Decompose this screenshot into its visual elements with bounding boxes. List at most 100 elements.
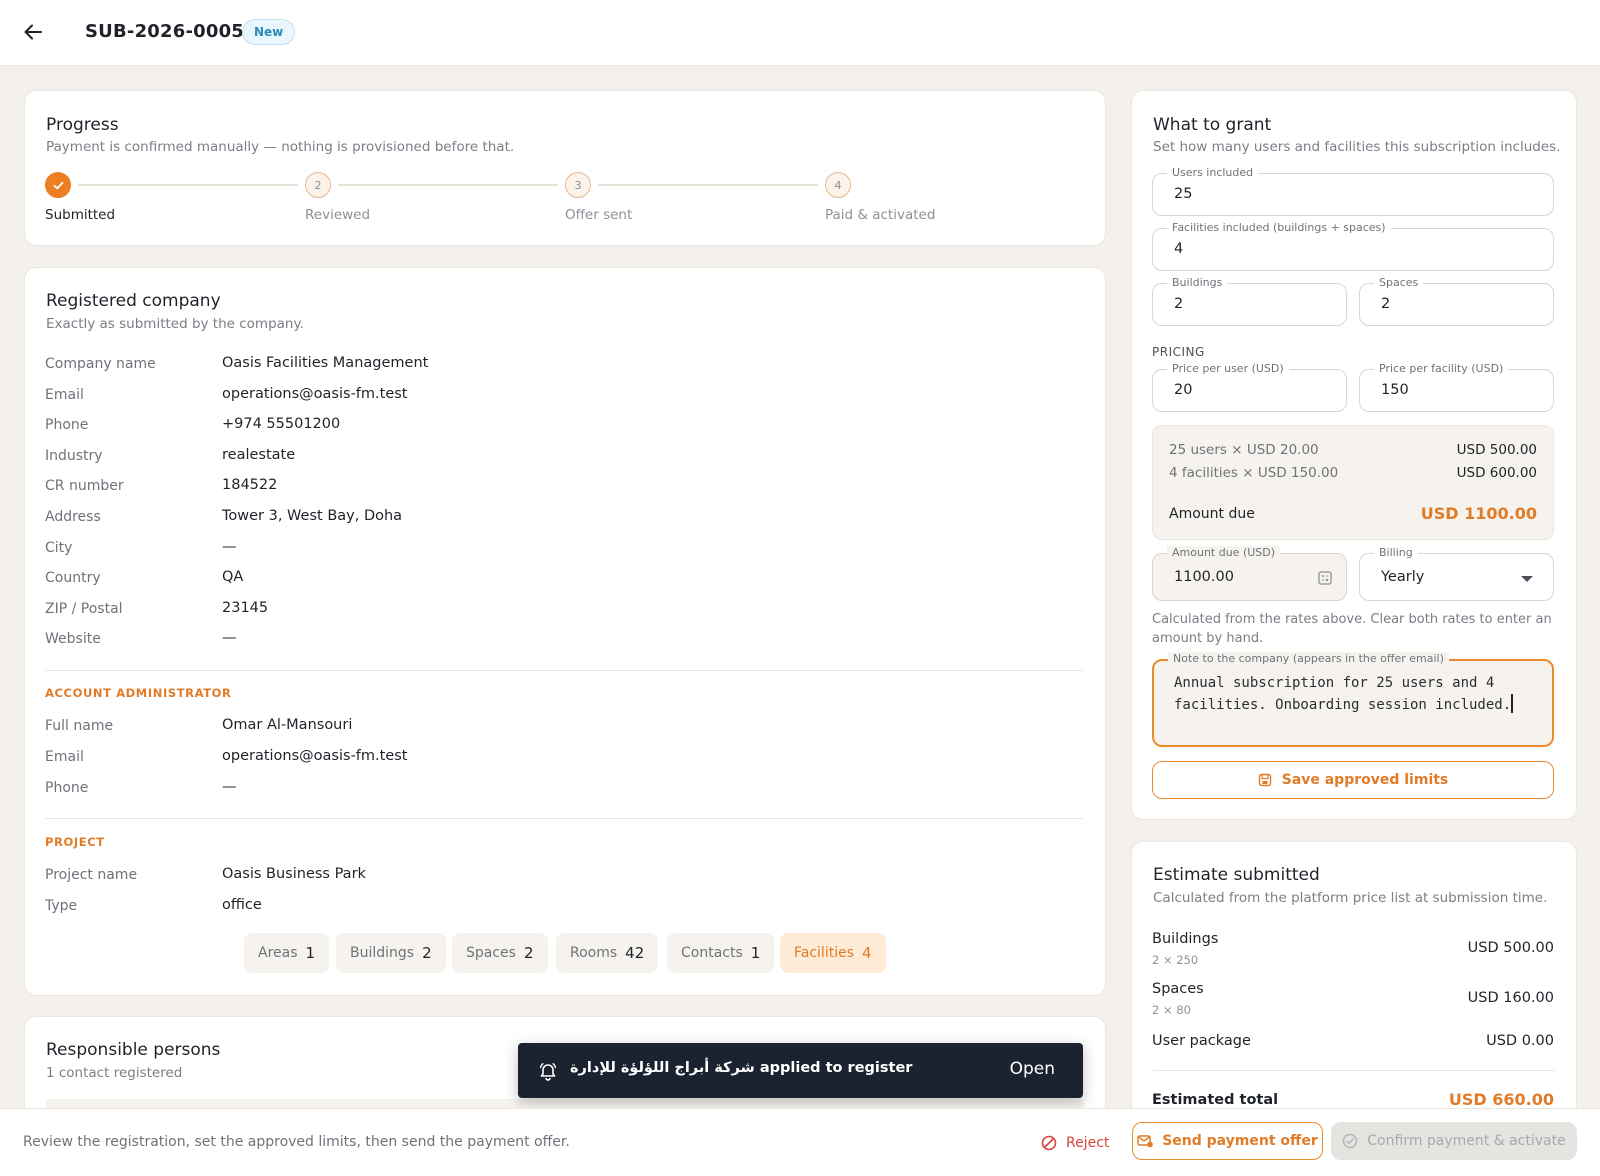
- divider: [45, 818, 1083, 819]
- price-per-facility-label: Price per facility (USD): [1374, 362, 1509, 375]
- address-value: Tower 3, West Bay, Doha: [222, 508, 403, 524]
- price-per-user-label: Price per user (USD): [1167, 362, 1289, 375]
- chevron-down-icon: [1521, 576, 1533, 582]
- users-included-field[interactable]: Users included 25: [1152, 166, 1554, 216]
- registered-company-card: Registered company Exactly as submitted …: [24, 267, 1106, 996]
- send-payment-offer-button[interactable]: Send payment offer: [1132, 1122, 1323, 1160]
- chip-count: 2: [523, 944, 534, 962]
- field-label: CR number: [45, 478, 124, 494]
- users-included-label: Users included: [1167, 166, 1259, 179]
- amount-due-field-label: Amount due (USD): [1167, 546, 1281, 559]
- website-value: —: [222, 630, 237, 646]
- admin-name-value: Omar Al-Mansouri: [222, 717, 353, 733]
- estimated-total-label: Estimated total: [1152, 1092, 1279, 1108]
- amount-due-value: USD 1100.00: [1420, 504, 1537, 523]
- field-label: ZIP / Postal: [45, 601, 123, 617]
- chip-label: Areas: [258, 945, 298, 961]
- amount-due-label: Amount due: [1169, 506, 1255, 522]
- count-chip-spaces: Spaces 2: [452, 933, 548, 973]
- summary-facilities-line: 4 facilities × USD 150.00: [1169, 465, 1339, 481]
- chip-count: 42: [625, 944, 645, 962]
- field-label: City: [45, 540, 73, 556]
- field-label: Email: [45, 387, 84, 403]
- buildings-value: 2: [1174, 296, 1184, 312]
- confirm-payment-activate-button[interactable]: Confirm payment & activate: [1331, 1122, 1577, 1160]
- estimate-row-value: USD 500.00: [1467, 940, 1554, 956]
- field-label: Phone: [45, 780, 89, 796]
- company-email-value: operations@oasis-fm.test: [222, 386, 408, 402]
- chip-label: Rooms: [570, 945, 618, 961]
- company-card-subtitle: Exactly as submitted by the company.: [46, 316, 304, 332]
- bottom-action-bar: Review the registration, set the approve…: [0, 1108, 1600, 1176]
- buildings-field[interactable]: Buildings 2: [1152, 276, 1347, 326]
- text-caret: [1511, 694, 1514, 713]
- price-per-user-value: 20: [1174, 382, 1193, 398]
- facilities-included-value: 4: [1174, 241, 1184, 257]
- estimate-title: Estimate submitted: [1153, 865, 1320, 885]
- save-icon: [1258, 773, 1271, 787]
- field-label: Type: [45, 898, 78, 914]
- calculator-icon[interactable]: [1318, 571, 1332, 585]
- industry-value: realestate: [222, 447, 296, 463]
- amount-due-field-value: 1100.00: [1174, 569, 1234, 585]
- city-value: —: [222, 539, 237, 555]
- count-chip-areas: Areas 1: [244, 933, 330, 973]
- count-chip-buildings: Buildings 2: [336, 933, 446, 973]
- field-label: Email: [45, 749, 84, 765]
- back-arrow-icon: [24, 24, 42, 40]
- reject-button[interactable]: Reject: [1041, 1127, 1109, 1159]
- step-connector: [598, 184, 818, 186]
- admin-phone-value: —: [222, 779, 237, 795]
- amount-due-field[interactable]: Amount due (USD) 1100.00: [1152, 546, 1347, 601]
- back-button[interactable]: [18, 17, 48, 47]
- users-included-value: 25: [1174, 186, 1193, 202]
- estimate-row-label: User package: [1152, 1033, 1251, 1049]
- chip-label: Facilities: [794, 945, 854, 961]
- project-type-value: office: [222, 897, 262, 913]
- chip-count: 1: [750, 944, 761, 962]
- count-chip-facilities: Facilities 4: [780, 933, 886, 973]
- cr-number-value: 184522: [222, 477, 278, 493]
- status-badge: New: [242, 19, 296, 45]
- estimate-row-label: Spaces: [1152, 981, 1204, 997]
- account-admin-heading: ACCOUNT ADMINISTRATOR: [45, 686, 232, 700]
- estimated-total-value: USD 660.00: [1448, 1090, 1554, 1109]
- divider: [45, 670, 1083, 671]
- progress-title: Progress: [46, 115, 119, 135]
- billing-select[interactable]: Billing Yearly: [1359, 546, 1554, 601]
- buildings-label: Buildings: [1167, 276, 1228, 289]
- step-connector: [338, 184, 558, 186]
- amount-help-text: Calculated from the rates above. Clear b…: [1152, 612, 1552, 646]
- company-name-value: Oasis Facilities Management: [222, 355, 429, 371]
- toast-message: شركة أبراج اللؤلؤة للإدارة applied to re…: [570, 1060, 913, 1076]
- facilities-included-field[interactable]: Facilities included (buildings + spaces)…: [1152, 221, 1554, 271]
- company-phone-value: +974 55501200: [222, 416, 341, 432]
- price-per-user-field[interactable]: Price per user (USD) 20: [1152, 362, 1347, 412]
- estimate-row-detail: 2 × 80: [1152, 1003, 1191, 1017]
- step-1-marker: [45, 172, 71, 198]
- field-label: Country: [45, 570, 101, 586]
- spaces-label: Spaces: [1374, 276, 1424, 289]
- summary-facilities-amount: USD 600.00: [1456, 465, 1537, 481]
- price-per-facility-field[interactable]: Price per facility (USD) 150: [1359, 362, 1554, 412]
- ban-icon: [1041, 1135, 1057, 1151]
- note-textarea[interactable]: Note to the company (appears in the offe…: [1152, 652, 1554, 747]
- save-approved-limits-button[interactable]: Save approved limits: [1152, 761, 1554, 799]
- zip-value: 23145: [222, 600, 269, 616]
- spaces-field[interactable]: Spaces 2: [1359, 276, 1554, 326]
- note-content: Annual subscription for 25 users and 4 f…: [1174, 673, 1534, 716]
- chip-count: 1: [305, 944, 316, 962]
- step-connector: [78, 184, 298, 186]
- save-button-label: Save approved limits: [1281, 772, 1449, 788]
- reject-label: Reject: [1066, 1135, 1110, 1151]
- step-3-marker: 3: [565, 172, 591, 198]
- step-4-label: Paid & activated: [825, 207, 936, 223]
- chip-label: Spaces: [466, 945, 516, 961]
- toast-open-button[interactable]: Open: [1010, 1059, 1055, 1079]
- send-mail-icon: [1137, 1135, 1154, 1148]
- estimate-row-label: Buildings: [1152, 931, 1219, 947]
- estimate-row-value: USD 160.00: [1467, 990, 1554, 1006]
- billing-value: Yearly: [1381, 569, 1425, 585]
- grant-subtitle: Set how many users and facilities this s…: [1153, 139, 1561, 155]
- step-2-label: Reviewed: [305, 207, 371, 223]
